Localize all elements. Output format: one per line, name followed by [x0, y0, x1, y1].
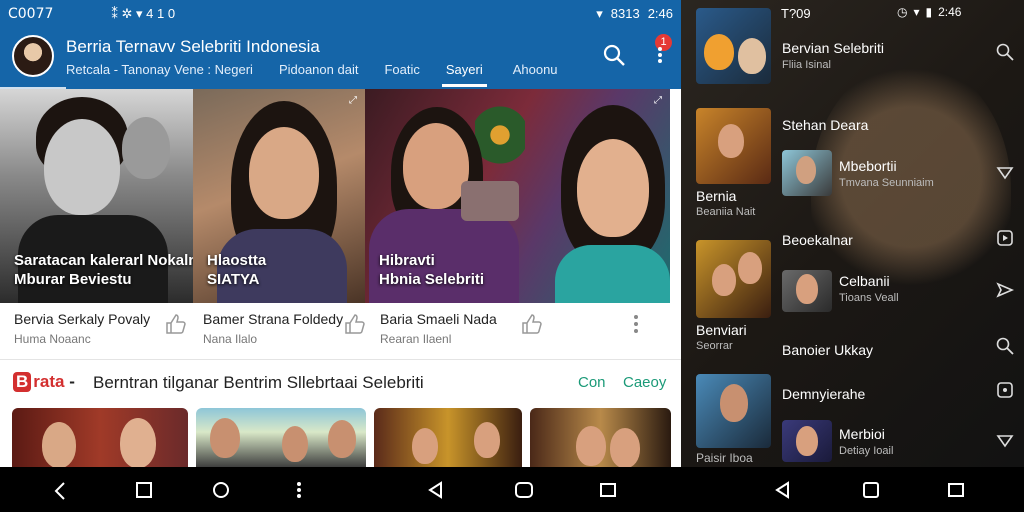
- search-icon[interactable]: [995, 336, 1015, 356]
- recents-icon[interactable]: [597, 479, 619, 501]
- list-title[interactable]: Mbebortii: [839, 158, 897, 174]
- article-meta-row: Bervia Serkaly Povaly Huma Noaanc Bamer …: [0, 303, 681, 359]
- list-title[interactable]: Bervian Selebriti: [782, 40, 884, 56]
- send-icon[interactable]: [995, 280, 1015, 300]
- section-title: Berntran tilganar Bentrim Sllebrtaai Sel…: [93, 373, 424, 392]
- tab-3[interactable]: Foatic: [384, 59, 419, 87]
- video-icon[interactable]: [995, 380, 1015, 400]
- more-vert-icon[interactable]: [652, 41, 668, 69]
- search-icon[interactable]: [602, 43, 626, 67]
- tab-1[interactable]: Retcala - Tanonay Vene : Negeri: [66, 59, 253, 87]
- thumbnail[interactable]: [530, 408, 671, 467]
- square-icon[interactable]: [133, 479, 155, 501]
- status-right: ▾ 8313 2:46: [596, 6, 673, 22]
- back-icon[interactable]: [50, 479, 72, 501]
- thumbs-up-icon[interactable]: [520, 313, 542, 335]
- section-header: Brata - Berntran tilganar Bentrim Sllebr…: [0, 366, 681, 400]
- list-sub: Beaniia Nait: [696, 206, 756, 218]
- list-image[interactable]: [696, 108, 771, 184]
- list-image[interactable]: [696, 374, 771, 448]
- list-sub: Tioans Veall: [839, 292, 899, 304]
- back-icon[interactable]: [772, 479, 794, 501]
- navigation-bar: [0, 467, 1024, 512]
- hero-caption: Saratacan kalerarl Nokalnt - Mburar Bevi…: [14, 252, 193, 288]
- section-link[interactable]: Con: [578, 374, 606, 391]
- right-screen: T?09 ◷ ▾ ▮ 2:46 Bervian Selebriti Fliia …: [681, 0, 1024, 467]
- clock: 2:46: [938, 5, 962, 19]
- refresh-icon[interactable]: [210, 479, 232, 501]
- recents-icon[interactable]: [945, 479, 967, 501]
- list-image[interactable]: [782, 150, 832, 196]
- thumbnail-row: [12, 408, 671, 467]
- avatar[interactable]: [12, 35, 54, 77]
- tab-bar: Retcala - Tanonay Vene : Negeri Pidoanon…: [66, 59, 584, 87]
- app-title: Berria Ternavv Selebriti Indonesia: [66, 37, 320, 56]
- list-image[interactable]: [696, 8, 771, 84]
- article-source: Nana Ilalo: [203, 332, 258, 346]
- list-title[interactable]: Benviari: [696, 322, 747, 338]
- hero-caption: Hibravti Hbnia Selebriti: [379, 252, 485, 288]
- list-title[interactable]: Banoier Ukkay: [782, 342, 873, 358]
- list-image[interactable]: [696, 240, 771, 318]
- article-source: Huma Noaanc: [14, 332, 91, 346]
- thumbs-up-icon[interactable]: [343, 313, 365, 335]
- hero-tile[interactable]: Saratacan kalerarl Nokalnt - Mburar Bevi…: [0, 89, 193, 303]
- home-icon[interactable]: [860, 479, 882, 501]
- list-sub: Tmvana Seunniaim: [839, 177, 934, 189]
- article-title: Bamer Strana Foldedy: [203, 311, 344, 327]
- search-icon[interactable]: [995, 42, 1015, 62]
- hero-tile[interactable]: ⤢ Hibravti Hbnia Selebriti: [365, 89, 670, 303]
- tab-4[interactable]: Sayeri: [441, 59, 487, 87]
- list-title[interactable]: Merbioi: [839, 426, 885, 442]
- alarm-icon: ◷: [897, 5, 908, 19]
- status-time: T?09: [781, 6, 811, 21]
- hero-caption: Hlaostta SIATYA: [207, 252, 267, 288]
- video-icon[interactable]: [995, 228, 1015, 248]
- tab-5[interactable]: Ahoonu: [513, 59, 558, 87]
- article-meta[interactable]: Baria Smaeli Nada Rearan Ilaenl: [366, 303, 666, 359]
- battery-icon: ▮: [925, 5, 933, 19]
- back-icon[interactable]: [425, 479, 447, 501]
- list-sub: Fliia Isinal: [782, 59, 831, 71]
- expand-icon[interactable]: ⤢: [654, 95, 662, 106]
- list-title[interactable]: Celbanii: [839, 273, 890, 289]
- expand-icon[interactable]: ⤢: [349, 95, 357, 106]
- article-meta[interactable]: Bervia Serkaly Povaly Huma Noaanc: [0, 303, 186, 359]
- hero-tile[interactable]: ⤢ Hlaostta SIATYA: [193, 89, 365, 303]
- status-icons: ⁑ ✲ ▾ 4 1 0: [111, 5, 176, 21]
- section-link[interactable]: Caeoy: [623, 374, 666, 391]
- list-title[interactable]: Bernia: [696, 188, 736, 204]
- hero-carousel: Saratacan kalerarl Nokalnt - Mburar Bevi…: [0, 89, 670, 303]
- brand-logo: Brata -: [13, 372, 75, 392]
- tab-2[interactable]: Pidoanon dait: [279, 59, 359, 87]
- more-vert-icon[interactable]: [628, 313, 644, 335]
- battery-label: 8313: [610, 6, 640, 21]
- thumbnail[interactable]: [196, 408, 366, 467]
- thumbnail[interactable]: [374, 408, 522, 467]
- article-meta[interactable]: Bamer Strana Foldedy Nana Ilalo: [183, 303, 366, 359]
- list-sub: Paisir Iboa: [696, 451, 753, 465]
- wifi-icon: ▾: [596, 5, 603, 21]
- list-image[interactable]: [782, 420, 832, 462]
- chevron-down-icon[interactable]: [995, 430, 1015, 450]
- left-screen: C0077 ⁑ ✲ ▾ 4 1 0 ▾ 8313 2:46 Berria Ter…: [0, 0, 681, 467]
- article-title: Bervia Serkaly Povaly: [14, 311, 151, 327]
- status-time: C0077: [8, 5, 54, 22]
- list-image[interactable]: [782, 270, 832, 312]
- home-icon[interactable]: [513, 479, 535, 501]
- chevron-down-icon[interactable]: [995, 162, 1015, 182]
- divider: [0, 359, 681, 360]
- app-bar: Berria Ternavv Selebriti Indonesia Retca…: [0, 27, 681, 89]
- list-title[interactable]: Beoekalnar: [782, 232, 853, 248]
- more-vert-icon[interactable]: [288, 479, 310, 501]
- list-title[interactable]: Stehan Deara: [782, 117, 868, 133]
- list-sub: Seorrar: [696, 340, 733, 352]
- list-sub: Detiay Ioail: [839, 445, 894, 457]
- wifi-icon: ▾: [913, 5, 920, 19]
- status-icons: ◷ ▾ ▮ 2:46: [897, 5, 961, 19]
- list-title[interactable]: Demnyierahe: [782, 386, 865, 402]
- status-bar: C0077 ⁑ ✲ ▾ 4 1 0 ▾ 8313 2:46: [0, 0, 681, 27]
- thumbnail[interactable]: [12, 408, 188, 467]
- clock: 2:46: [647, 6, 673, 21]
